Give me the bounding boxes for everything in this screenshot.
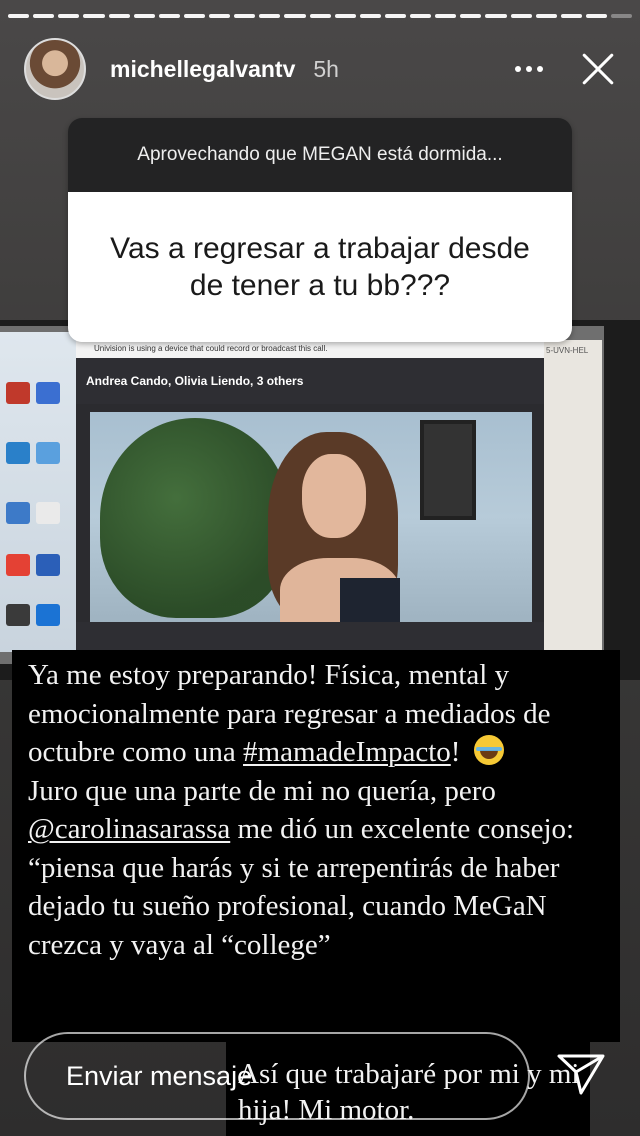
progress-segment bbox=[234, 14, 256, 18]
hashtag-link[interactable]: #mamadeImpacto bbox=[243, 736, 451, 768]
progress-segment bbox=[585, 14, 607, 18]
app-icon bbox=[36, 604, 60, 626]
caption-line2a: Juro que una parte de mi no quería, pero bbox=[28, 774, 496, 807]
app-icon bbox=[6, 382, 30, 404]
question-sticker[interactable]: Aprovechando que MEGAN está dormida... V… bbox=[68, 118, 572, 342]
question-header: Aprovechando que MEGAN está dormida... bbox=[68, 118, 572, 192]
progress-segment bbox=[133, 14, 155, 18]
username[interactable]: michellegalvantv bbox=[110, 56, 295, 83]
progress-segment bbox=[309, 14, 331, 18]
video-call-window: Univision is using a device that could r… bbox=[76, 340, 544, 652]
more-horizontal-icon[interactable] bbox=[504, 49, 554, 89]
progress-segment bbox=[611, 14, 633, 18]
progress-segment bbox=[284, 14, 306, 18]
progress-segment bbox=[334, 14, 356, 18]
caption-exclaim: ! bbox=[450, 736, 461, 768]
progress-segment bbox=[535, 14, 557, 18]
call-participants: Andrea Cando, Olivia Liendo, 3 others bbox=[76, 358, 544, 404]
progress-segment bbox=[108, 14, 130, 18]
message-input-placeholder: Enviar mensaje bbox=[66, 1061, 253, 1091]
progress-segment bbox=[158, 14, 180, 18]
app-icon bbox=[36, 502, 60, 524]
progress-segment bbox=[58, 14, 80, 18]
progress-segment bbox=[33, 14, 55, 18]
close-icon[interactable] bbox=[576, 47, 620, 91]
call-controls bbox=[76, 622, 544, 652]
app-icon bbox=[6, 604, 30, 626]
post-time: 5h bbox=[313, 55, 339, 82]
app-icon bbox=[36, 382, 60, 404]
story-photo: Univision is using a device that could r… bbox=[0, 320, 640, 680]
question-text: Vas a regresar a trabajar desde de tener… bbox=[68, 192, 572, 342]
video-feed bbox=[90, 412, 532, 622]
progress-segment bbox=[485, 14, 507, 18]
progress-segment bbox=[460, 14, 482, 18]
progress-segment bbox=[259, 14, 281, 18]
mention-link[interactable]: @carolinasarassa bbox=[28, 813, 230, 845]
progress-segment bbox=[8, 14, 30, 18]
progress-segment bbox=[510, 14, 532, 18]
progress-segment bbox=[359, 14, 381, 18]
progress-segment bbox=[83, 14, 105, 18]
app-icon bbox=[36, 442, 60, 464]
progress-segment bbox=[384, 14, 406, 18]
progress-segment bbox=[183, 14, 205, 18]
app-icon bbox=[6, 554, 30, 576]
app-icon bbox=[36, 554, 60, 576]
desktop-icons bbox=[0, 332, 78, 652]
story-header: michellegalvantv 5h bbox=[0, 34, 640, 104]
desk-note: 5-UVN-HEL bbox=[544, 340, 602, 652]
desk-note-text: 5-UVN-HEL bbox=[546, 346, 589, 355]
person bbox=[250, 428, 430, 622]
avatar[interactable] bbox=[24, 38, 86, 100]
progress-segment bbox=[560, 14, 582, 18]
caption-text: Ya me estoy preparando! Física, mental y… bbox=[28, 656, 624, 964]
face-with-tears-of-joy-emoji bbox=[473, 735, 504, 765]
progress-segment bbox=[209, 14, 231, 18]
story-progress-bar bbox=[8, 14, 633, 18]
progress-segment bbox=[410, 14, 432, 18]
progress-segment bbox=[435, 14, 457, 18]
send-paper-plane-icon[interactable] bbox=[556, 1052, 606, 1096]
call-warning: Univision is using a device that could r… bbox=[76, 340, 544, 358]
app-icon bbox=[6, 442, 30, 464]
app-icon bbox=[6, 502, 30, 524]
